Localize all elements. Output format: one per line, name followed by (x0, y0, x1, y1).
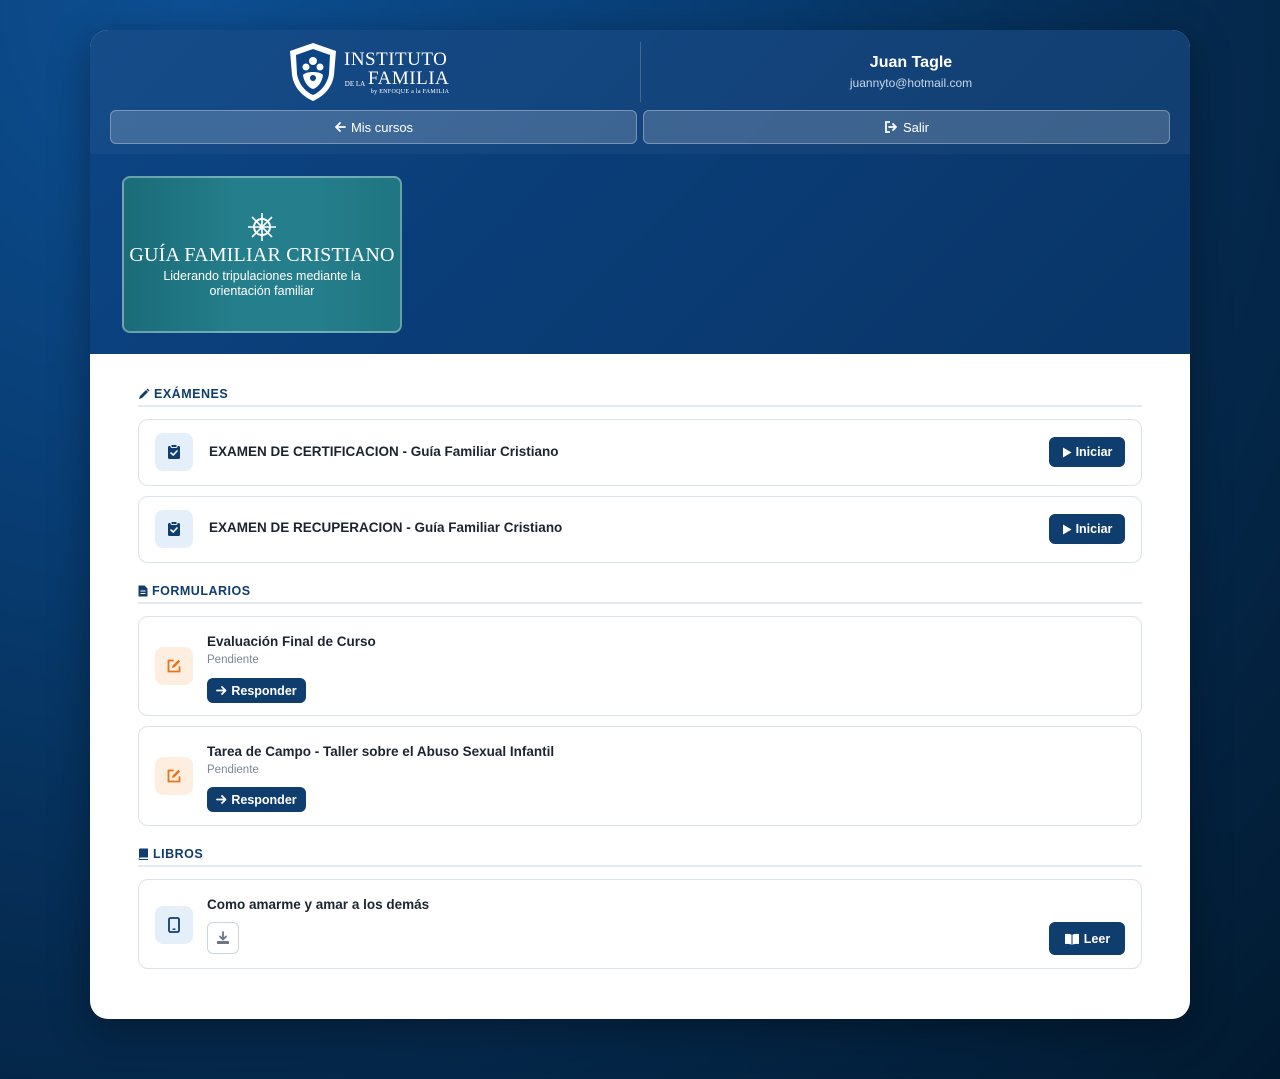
top-bar: INSTITUTO DE LA FAMILIA by ENFOQUE a la … (90, 30, 1190, 154)
clipboard-check-icon (168, 444, 180, 459)
play-icon (1062, 447, 1072, 457)
respond-form-label: Responder (231, 792, 297, 807)
read-book-button[interactable]: Leer (1049, 922, 1125, 955)
tablet-icon (168, 917, 180, 933)
section-books-header: LIBROS (138, 847, 1142, 867)
book-title: Como amarme y amar a los demás (207, 897, 430, 912)
arrow-right-icon (216, 795, 227, 804)
form-item-tarea: Tarea de Campo - Taller sobre el Abuso S… (138, 726, 1142, 826)
course-image: GUÍA FAMILIAR CRISTIANO Liderando tripul… (122, 176, 402, 333)
exam-item-certificacion: EXAMEN DE CERTIFICACION - Guía Familiar … (138, 419, 1142, 486)
respond-form-button[interactable]: Responder (207, 678, 306, 703)
logout-label: Salir (902, 119, 929, 135)
clipboard-check-icon (168, 521, 180, 536)
form-status: Pendiente (207, 654, 259, 666)
exam-title: EXAMEN DE CERTIFICACION - Guía Familiar … (209, 444, 559, 459)
my-courses-button[interactable]: Mis cursos (110, 110, 637, 144)
exam-item-recuperacion: EXAMEN DE RECUPERACION - Guía Familiar C… (138, 496, 1142, 563)
read-book-label: Leer (1083, 931, 1111, 946)
brand-line1: INSTITUTO (344, 48, 448, 70)
open-book-icon (1064, 933, 1079, 945)
book-icon-wrap (155, 906, 193, 944)
play-icon (1062, 524, 1072, 534)
exam-icon-wrap (155, 433, 193, 471)
download-book-button[interactable] (207, 922, 239, 954)
brand-logo: INSTITUTO DE LA FAMILIA by ENFOQUE a la … (286, 40, 456, 104)
section-books-label: LIBROS (153, 847, 204, 861)
form-status: Pendiente (207, 764, 259, 776)
form-title: Evaluación Final de Curso (207, 634, 376, 649)
brand-line3: by ENFOQUE a la FAMILIA (370, 88, 450, 95)
course-subtitle: Liderando tripulaciones mediante la orie… (124, 269, 400, 299)
course-subtitle-line2: orientación familiar (209, 284, 315, 298)
section-exams-label: EXÁMENES (154, 387, 229, 401)
brand-line2: FAMILIA (368, 67, 450, 89)
form-title: Tarea de Campo - Taller sobre el Abuso S… (207, 744, 555, 759)
section-forms-header: FORMULARIOS (138, 584, 1142, 604)
arrow-left-icon (335, 122, 346, 132)
start-exam-button[interactable]: Iniciar (1049, 514, 1125, 544)
file-icon (138, 585, 148, 597)
form-icon-wrap (155, 757, 193, 795)
shield-logo-icon (290, 43, 336, 101)
pencil-icon (139, 388, 150, 399)
course-hero: INSTITUTO DE LA FAMILIA by ENFOQUE a la … (90, 30, 1190, 354)
exam-title: EXAMEN DE RECUPERACION - Guía Familiar C… (209, 520, 563, 535)
book-icon (138, 848, 148, 860)
section-exams-header: EXÁMENES (138, 387, 1142, 407)
form-item-evaluacion: Evaluación Final de Curso Pendiente Resp… (138, 616, 1142, 716)
start-exam-label: Iniciar (1075, 522, 1113, 536)
my-courses-label: Mis cursos (350, 119, 414, 135)
download-icon (217, 931, 229, 944)
start-exam-label: Iniciar (1075, 445, 1113, 459)
respond-form-label: Responder (231, 683, 297, 698)
course-title: GUÍA FAMILIAR CRISTIANO (129, 244, 395, 266)
course-subtitle-line1: Liderando tripulaciones mediante la (163, 269, 361, 283)
section-forms-label: FORMULARIOS (152, 584, 251, 598)
arrow-right-icon (216, 686, 227, 695)
ship-wheel-icon (248, 213, 276, 241)
exam-icon-wrap (155, 510, 193, 548)
respond-form-button[interactable]: Responder (207, 787, 306, 812)
user-info: Juan Tagle juannyto@hotmail.com (641, 54, 1181, 90)
brand-line2-small: DE LA (344, 79, 366, 88)
sign-out-icon (885, 121, 897, 133)
user-name: Juan Tagle (869, 54, 953, 71)
form-icon-wrap (155, 647, 193, 685)
edit-icon (167, 659, 181, 673)
start-exam-button[interactable]: Iniciar (1049, 437, 1125, 467)
logout-button[interactable]: Salir (643, 110, 1170, 144)
main-card: INSTITUTO DE LA FAMILIA by ENFOQUE a la … (90, 30, 1190, 1019)
user-email: juannyto@hotmail.com (849, 76, 973, 90)
edit-icon (167, 769, 181, 783)
book-item: Como amarme y amar a los demás Leer (138, 879, 1142, 969)
